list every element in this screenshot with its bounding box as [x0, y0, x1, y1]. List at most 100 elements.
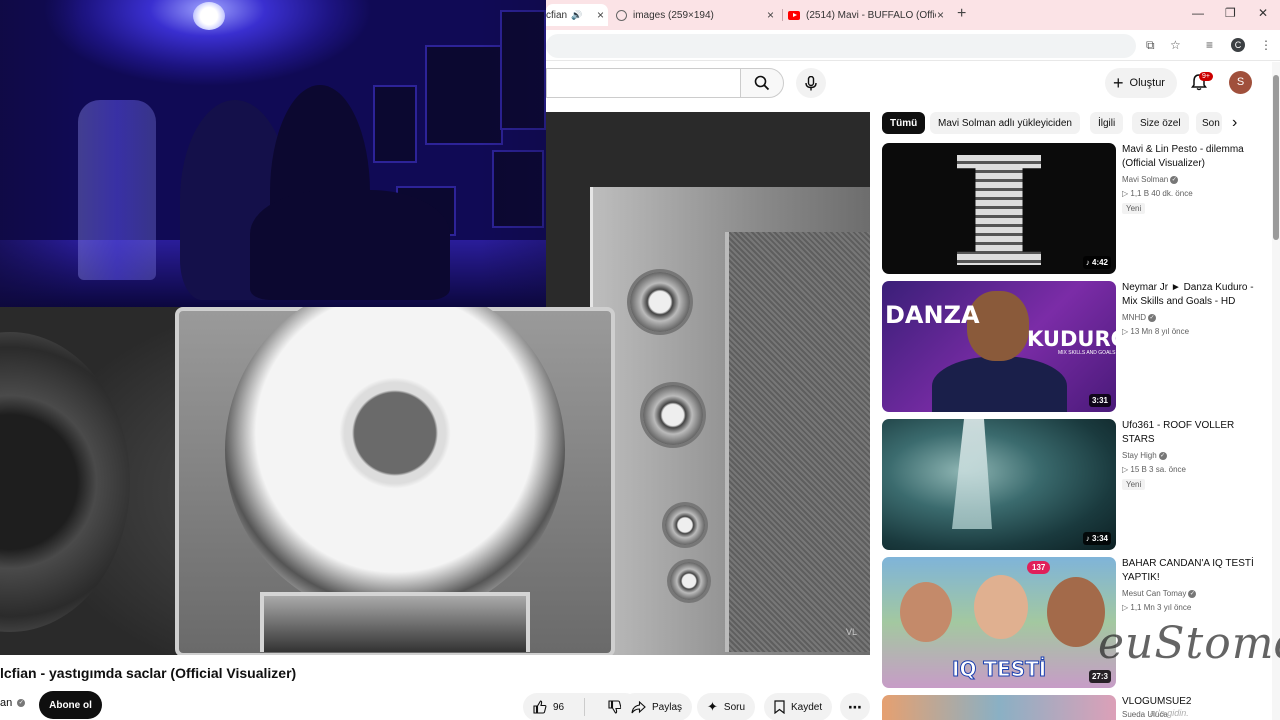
recommendation-item[interactable]: DANZA KUDURO MIX SKILLS AND GOALS 3:31 N…: [882, 281, 1262, 416]
account-avatar[interactable]: S: [1229, 71, 1252, 94]
tab-images[interactable]: images (259×194) ×: [616, 4, 778, 26]
close-tab-icon[interactable]: ×: [767, 8, 774, 22]
search-input[interactable]: [546, 68, 740, 98]
chip-related[interactable]: İlgili: [1090, 112, 1124, 134]
video-thumbnail[interactable]: DANZA KUDURO MIX SKILLS AND GOALS 3:31: [882, 281, 1116, 412]
screen: cfian 🔊 × images (259×194) × (2514) Mavi…: [0, 0, 1280, 720]
voice-search-button[interactable]: [796, 68, 826, 98]
channel-text: MNHD: [1122, 313, 1146, 322]
thumbnail-text: DANZA: [885, 301, 980, 329]
tweeter-speaker: [630, 272, 690, 332]
video-thumbnail[interactable]: [882, 695, 1116, 720]
speaker-icon[interactable]: 🔊: [571, 10, 582, 21]
verified-check-icon: ✓: [1170, 175, 1179, 184]
bookmark-star-icon[interactable]: ☆: [1170, 38, 1181, 52]
thumbnail-subtext: MIX SKILLS AND GOALS: [1058, 350, 1116, 356]
recommendation-item[interactable]: ♪ 4:42 Mavi & Lin Pesto - dilemma (Offic…: [882, 143, 1262, 278]
recommendation-channel: Mavi Solman ✓: [1122, 175, 1179, 184]
tweeter-speaker: [665, 505, 705, 545]
person-face: [974, 575, 1028, 639]
subscribe-button[interactable]: Abone ol: [39, 691, 102, 719]
share-button[interactable]: Paylaş: [621, 693, 693, 720]
omnibox[interactable]: [546, 34, 1136, 58]
channel-name[interactable]: an ✓: [0, 697, 26, 709]
bookmark-icon: [774, 700, 785, 714]
close-window-icon[interactable]: ✕: [1258, 6, 1268, 20]
recommendation-item[interactable]: VLOGUMSUE2 Sueda Ulucа: [882, 695, 1262, 720]
new-tab-button[interactable]: +: [957, 5, 966, 23]
recommendation-channel: Mesut Can Tomay ✓: [1122, 589, 1197, 598]
video-thumbnail[interactable]: ♪ 4:42: [882, 143, 1116, 274]
scrollbar-thumb[interactable]: [1273, 75, 1279, 240]
new-badge: Yeni: [1122, 203, 1146, 214]
menu-kebab-icon[interactable]: ⋮: [1260, 38, 1272, 52]
video-watermark: VL: [846, 627, 858, 637]
person-face: [900, 582, 952, 642]
tab-current[interactable]: cfian 🔊 ×: [546, 4, 608, 26]
globe-icon: [616, 9, 627, 21]
chip-for-you[interactable]: Size özel: [1132, 112, 1189, 134]
stream-watermark: euStomd: [1098, 618, 1280, 669]
create-label: Oluştur: [1129, 77, 1165, 89]
playlist-icon[interactable]: ≡: [1206, 38, 1213, 52]
video-thumbnail[interactable]: 137 IQ TESTİ 27:3: [882, 557, 1116, 688]
recommendation-title[interactable]: Neymar Jr ► Danza Kuduro - Mix Skills an…: [1122, 281, 1260, 309]
waterfall-graphic: [952, 419, 992, 529]
recommendation-meta: ▷ 1,1 Mn 3 yıl önce: [1122, 603, 1192, 612]
player-shirt: [932, 356, 1067, 412]
person-face: [1047, 577, 1105, 647]
windows-activation-text: ar'a gidin.: [1150, 708, 1189, 718]
video-thumbnail[interactable]: ♪ 3:34: [882, 419, 1116, 550]
create-button[interactable]: + Oluştur: [1105, 68, 1177, 98]
channel-text: Mesut Can Tomay: [1122, 589, 1187, 598]
recommendation-item[interactable]: ♪ 3:34 Ufo361 - ROOF VOLLER STARS Stay H…: [882, 419, 1262, 554]
ask-button[interactable]: ✦ Soru: [697, 693, 756, 720]
duration-badge: ♪ 3:34: [1082, 532, 1111, 545]
duration-badge: 27:3: [1088, 670, 1111, 683]
plus-icon: +: [1113, 73, 1124, 93]
recommendation-title[interactable]: VLOGUMSUE2: [1122, 695, 1260, 709]
album-logo-graphic: [957, 155, 1041, 265]
chevron-right-icon[interactable]: ›: [1232, 114, 1237, 132]
recommendation-title[interactable]: BAHAR CANDAN'A IQ TESTİ YAPTIK!: [1122, 557, 1260, 585]
tab-separator: [782, 9, 783, 21]
verified-check-icon: ✓: [1188, 589, 1197, 598]
ask-label: Soru: [723, 701, 746, 713]
recommendation-meta: ▷ 15 B 3 sa. önce: [1122, 465, 1186, 474]
browser-profile-avatar[interactable]: C: [1231, 38, 1245, 52]
thumbnail-number: 137: [1027, 561, 1051, 574]
minimize-icon[interactable]: —: [1192, 6, 1204, 20]
duration-badge: ♪ 4:42: [1082, 256, 1111, 269]
duration-badge: 3:31: [1088, 394, 1111, 407]
verified-check-icon: ✓: [1148, 313, 1156, 322]
recommendation-title[interactable]: Mavi & Lin Pesto - dilemma (Official Vis…: [1122, 143, 1260, 171]
chip-from-uploader[interactable]: Mavi Solman adlı yükleyiciden: [930, 112, 1080, 134]
tab-title: (2514) Mavi - BUFFALO (Officia: [806, 9, 936, 21]
recommendation-title[interactable]: Ufo361 - ROOF VOLLER STARS: [1122, 419, 1260, 447]
share-label: Paylaş: [652, 701, 683, 713]
maximize-icon[interactable]: ❐: [1225, 6, 1236, 20]
woofer-speaker: [225, 280, 565, 620]
webcam-overlay: [0, 0, 546, 307]
tab-title: images (259×194): [633, 9, 714, 21]
like-count: 96: [553, 701, 565, 713]
tab-youtube[interactable]: (2514) Mavi - BUFFALO (Officia ×: [788, 4, 946, 26]
more-actions-button[interactable]: ⋯: [840, 693, 870, 720]
youtube-favicon-icon: [788, 10, 800, 20]
search-button[interactable]: [740, 68, 784, 98]
chip-all[interactable]: Tümü: [882, 112, 926, 134]
sparkle-icon: ✦: [707, 699, 718, 714]
thumbs-up-icon: [533, 700, 547, 714]
like-button[interactable]: 96: [523, 698, 585, 716]
save-button[interactable]: Kaydet: [764, 693, 833, 720]
search-icon: [754, 75, 770, 91]
recommendation-meta: ▷ 1,1 B 40 dk. önce: [1122, 189, 1193, 198]
speaker-grille: [725, 232, 870, 652]
close-tab-icon[interactable]: ×: [597, 8, 604, 22]
verified-check-icon: ✓: [17, 699, 26, 708]
cast-icon[interactable]: ⧉: [1146, 38, 1155, 53]
thumbnail-text: KUDURO: [1027, 327, 1116, 351]
new-badge: Yeni: [1122, 479, 1146, 490]
chip-recent[interactable]: Son: [1196, 112, 1222, 134]
close-tab-icon[interactable]: ×: [937, 8, 944, 22]
